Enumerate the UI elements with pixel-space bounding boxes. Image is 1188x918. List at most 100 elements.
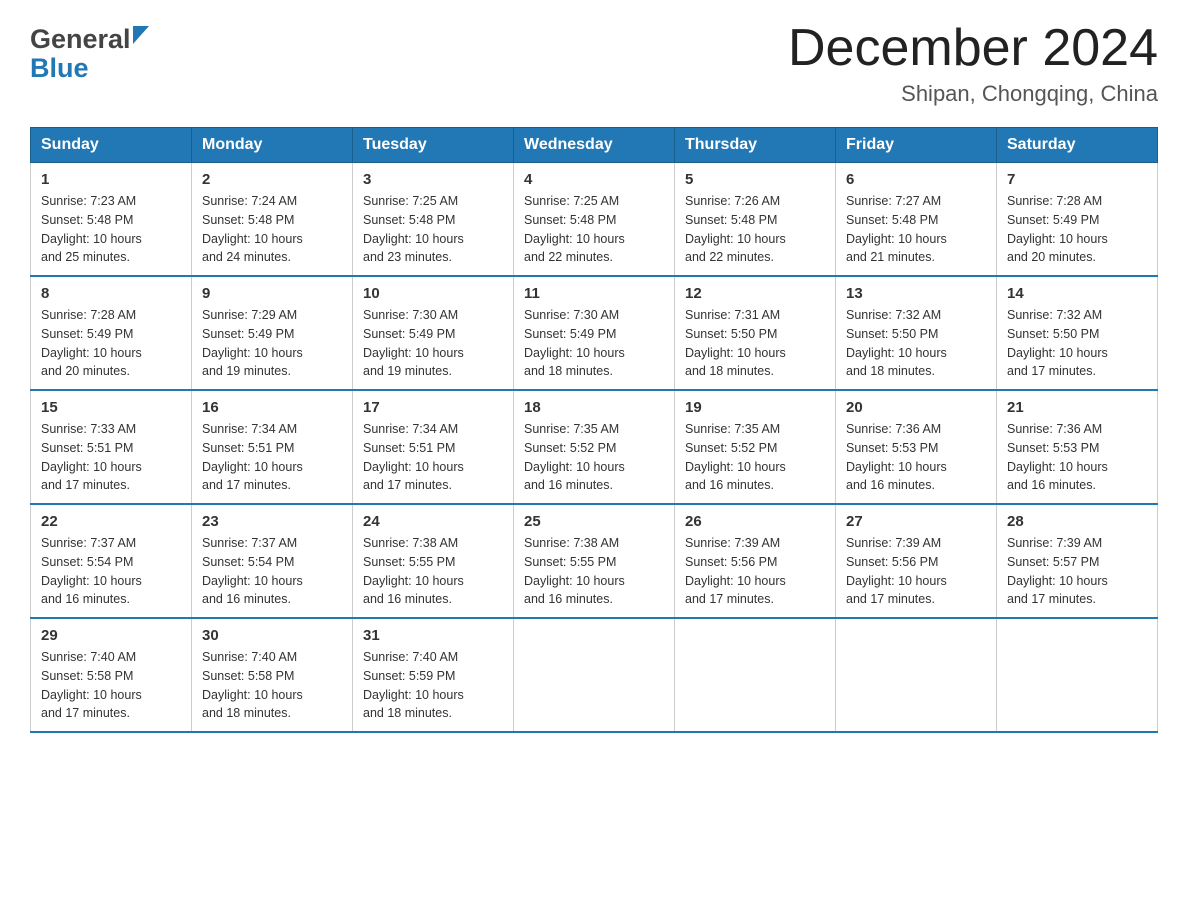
day-number: 27 xyxy=(846,513,986,530)
calendar-cell: 15 Sunrise: 7:33 AMSunset: 5:51 PMDaylig… xyxy=(31,390,192,504)
column-header-tuesday: Tuesday xyxy=(353,128,514,163)
calendar-cell: 11 Sunrise: 7:30 AMSunset: 5:49 PMDaylig… xyxy=(514,276,675,390)
day-number: 7 xyxy=(1007,171,1147,188)
column-header-friday: Friday xyxy=(836,128,997,163)
calendar-cell: 28 Sunrise: 7:39 AMSunset: 5:57 PMDaylig… xyxy=(997,504,1158,618)
day-number: 28 xyxy=(1007,513,1147,530)
day-number: 15 xyxy=(41,399,181,416)
day-number: 23 xyxy=(202,513,342,530)
day-info: Sunrise: 7:34 AMSunset: 5:51 PMDaylight:… xyxy=(363,422,464,492)
day-number: 29 xyxy=(41,627,181,644)
calendar-cell xyxy=(675,618,836,732)
day-info: Sunrise: 7:31 AMSunset: 5:50 PMDaylight:… xyxy=(685,308,786,378)
calendar-cell: 6 Sunrise: 7:27 AMSunset: 5:48 PMDayligh… xyxy=(836,163,997,277)
calendar-cell: 3 Sunrise: 7:25 AMSunset: 5:48 PMDayligh… xyxy=(353,163,514,277)
column-header-wednesday: Wednesday xyxy=(514,128,675,163)
day-info: Sunrise: 7:35 AMSunset: 5:52 PMDaylight:… xyxy=(524,422,625,492)
calendar-week-row: 8 Sunrise: 7:28 AMSunset: 5:49 PMDayligh… xyxy=(31,276,1158,390)
calendar-cell xyxy=(997,618,1158,732)
day-number: 12 xyxy=(685,285,825,302)
calendar-cell: 22 Sunrise: 7:37 AMSunset: 5:54 PMDaylig… xyxy=(31,504,192,618)
calendar-cell: 10 Sunrise: 7:30 AMSunset: 5:49 PMDaylig… xyxy=(353,276,514,390)
logo: General Blue xyxy=(30,20,149,84)
calendar-cell xyxy=(514,618,675,732)
day-info: Sunrise: 7:40 AMSunset: 5:59 PMDaylight:… xyxy=(363,650,464,720)
day-info: Sunrise: 7:24 AMSunset: 5:48 PMDaylight:… xyxy=(202,194,303,264)
calendar-cell: 7 Sunrise: 7:28 AMSunset: 5:49 PMDayligh… xyxy=(997,163,1158,277)
day-number: 13 xyxy=(846,285,986,302)
calendar-cell: 19 Sunrise: 7:35 AMSunset: 5:52 PMDaylig… xyxy=(675,390,836,504)
day-number: 21 xyxy=(1007,399,1147,416)
calendar-cell: 4 Sunrise: 7:25 AMSunset: 5:48 PMDayligh… xyxy=(514,163,675,277)
day-info: Sunrise: 7:27 AMSunset: 5:48 PMDaylight:… xyxy=(846,194,947,264)
day-number: 9 xyxy=(202,285,342,302)
day-number: 18 xyxy=(524,399,664,416)
day-info: Sunrise: 7:37 AMSunset: 5:54 PMDaylight:… xyxy=(41,536,142,606)
day-info: Sunrise: 7:40 AMSunset: 5:58 PMDaylight:… xyxy=(202,650,303,720)
page-header: General Blue December 2024 Shipan, Chong… xyxy=(30,20,1158,107)
day-info: Sunrise: 7:32 AMSunset: 5:50 PMDaylight:… xyxy=(1007,308,1108,378)
day-number: 10 xyxy=(363,285,503,302)
calendar-cell: 16 Sunrise: 7:34 AMSunset: 5:51 PMDaylig… xyxy=(192,390,353,504)
day-info: Sunrise: 7:38 AMSunset: 5:55 PMDaylight:… xyxy=(363,536,464,606)
day-info: Sunrise: 7:32 AMSunset: 5:50 PMDaylight:… xyxy=(846,308,947,378)
day-number: 3 xyxy=(363,171,503,188)
calendar-cell: 5 Sunrise: 7:26 AMSunset: 5:48 PMDayligh… xyxy=(675,163,836,277)
day-number: 6 xyxy=(846,171,986,188)
day-info: Sunrise: 7:35 AMSunset: 5:52 PMDaylight:… xyxy=(685,422,786,492)
day-info: Sunrise: 7:28 AMSunset: 5:49 PMDaylight:… xyxy=(1007,194,1108,264)
calendar-cell: 20 Sunrise: 7:36 AMSunset: 5:53 PMDaylig… xyxy=(836,390,997,504)
day-info: Sunrise: 7:25 AMSunset: 5:48 PMDaylight:… xyxy=(363,194,464,264)
day-info: Sunrise: 7:38 AMSunset: 5:55 PMDaylight:… xyxy=(524,536,625,606)
day-info: Sunrise: 7:37 AMSunset: 5:54 PMDaylight:… xyxy=(202,536,303,606)
logo-general-line: General xyxy=(30,20,149,55)
day-number: 25 xyxy=(524,513,664,530)
calendar-title: December 2024 xyxy=(788,20,1158,77)
calendar-cell: 27 Sunrise: 7:39 AMSunset: 5:56 PMDaylig… xyxy=(836,504,997,618)
day-info: Sunrise: 7:33 AMSunset: 5:51 PMDaylight:… xyxy=(41,422,142,492)
day-number: 24 xyxy=(363,513,503,530)
day-number: 16 xyxy=(202,399,342,416)
day-info: Sunrise: 7:36 AMSunset: 5:53 PMDaylight:… xyxy=(846,422,947,492)
calendar-cell: 17 Sunrise: 7:34 AMSunset: 5:51 PMDaylig… xyxy=(353,390,514,504)
column-header-monday: Monday xyxy=(192,128,353,163)
day-number: 11 xyxy=(524,285,664,302)
day-info: Sunrise: 7:29 AMSunset: 5:49 PMDaylight:… xyxy=(202,308,303,378)
day-info: Sunrise: 7:26 AMSunset: 5:48 PMDaylight:… xyxy=(685,194,786,264)
calendar-cell: 13 Sunrise: 7:32 AMSunset: 5:50 PMDaylig… xyxy=(836,276,997,390)
calendar-cell: 29 Sunrise: 7:40 AMSunset: 5:58 PMDaylig… xyxy=(31,618,192,732)
day-number: 14 xyxy=(1007,285,1147,302)
calendar-week-row: 22 Sunrise: 7:37 AMSunset: 5:54 PMDaylig… xyxy=(31,504,1158,618)
day-number: 22 xyxy=(41,513,181,530)
calendar-week-row: 1 Sunrise: 7:23 AMSunset: 5:48 PMDayligh… xyxy=(31,163,1158,277)
calendar-header-row: SundayMondayTuesdayWednesdayThursdayFrid… xyxy=(31,128,1158,163)
day-number: 17 xyxy=(363,399,503,416)
calendar-cell: 2 Sunrise: 7:24 AMSunset: 5:48 PMDayligh… xyxy=(192,163,353,277)
day-info: Sunrise: 7:39 AMSunset: 5:57 PMDaylight:… xyxy=(1007,536,1108,606)
day-number: 5 xyxy=(685,171,825,188)
column-header-sunday: Sunday xyxy=(31,128,192,163)
day-number: 20 xyxy=(846,399,986,416)
title-section: December 2024 Shipan, Chongqing, China xyxy=(788,20,1158,107)
day-number: 19 xyxy=(685,399,825,416)
calendar-cell: 25 Sunrise: 7:38 AMSunset: 5:55 PMDaylig… xyxy=(514,504,675,618)
logo-general-text: General xyxy=(30,24,131,55)
column-header-saturday: Saturday xyxy=(997,128,1158,163)
calendar-cell: 9 Sunrise: 7:29 AMSunset: 5:49 PMDayligh… xyxy=(192,276,353,390)
day-info: Sunrise: 7:30 AMSunset: 5:49 PMDaylight:… xyxy=(363,308,464,378)
calendar-table: SundayMondayTuesdayWednesdayThursdayFrid… xyxy=(30,127,1158,733)
day-info: Sunrise: 7:34 AMSunset: 5:51 PMDaylight:… xyxy=(202,422,303,492)
calendar-subtitle: Shipan, Chongqing, China xyxy=(788,81,1158,107)
day-number: 30 xyxy=(202,627,342,644)
calendar-cell: 18 Sunrise: 7:35 AMSunset: 5:52 PMDaylig… xyxy=(514,390,675,504)
logo-arrow-icon xyxy=(133,20,149,51)
day-info: Sunrise: 7:39 AMSunset: 5:56 PMDaylight:… xyxy=(685,536,786,606)
day-info: Sunrise: 7:40 AMSunset: 5:58 PMDaylight:… xyxy=(41,650,142,720)
calendar-cell xyxy=(836,618,997,732)
day-info: Sunrise: 7:39 AMSunset: 5:56 PMDaylight:… xyxy=(846,536,947,606)
calendar-cell: 30 Sunrise: 7:40 AMSunset: 5:58 PMDaylig… xyxy=(192,618,353,732)
calendar-cell: 8 Sunrise: 7:28 AMSunset: 5:49 PMDayligh… xyxy=(31,276,192,390)
day-info: Sunrise: 7:36 AMSunset: 5:53 PMDaylight:… xyxy=(1007,422,1108,492)
day-info: Sunrise: 7:23 AMSunset: 5:48 PMDaylight:… xyxy=(41,194,142,264)
calendar-week-row: 29 Sunrise: 7:40 AMSunset: 5:58 PMDaylig… xyxy=(31,618,1158,732)
